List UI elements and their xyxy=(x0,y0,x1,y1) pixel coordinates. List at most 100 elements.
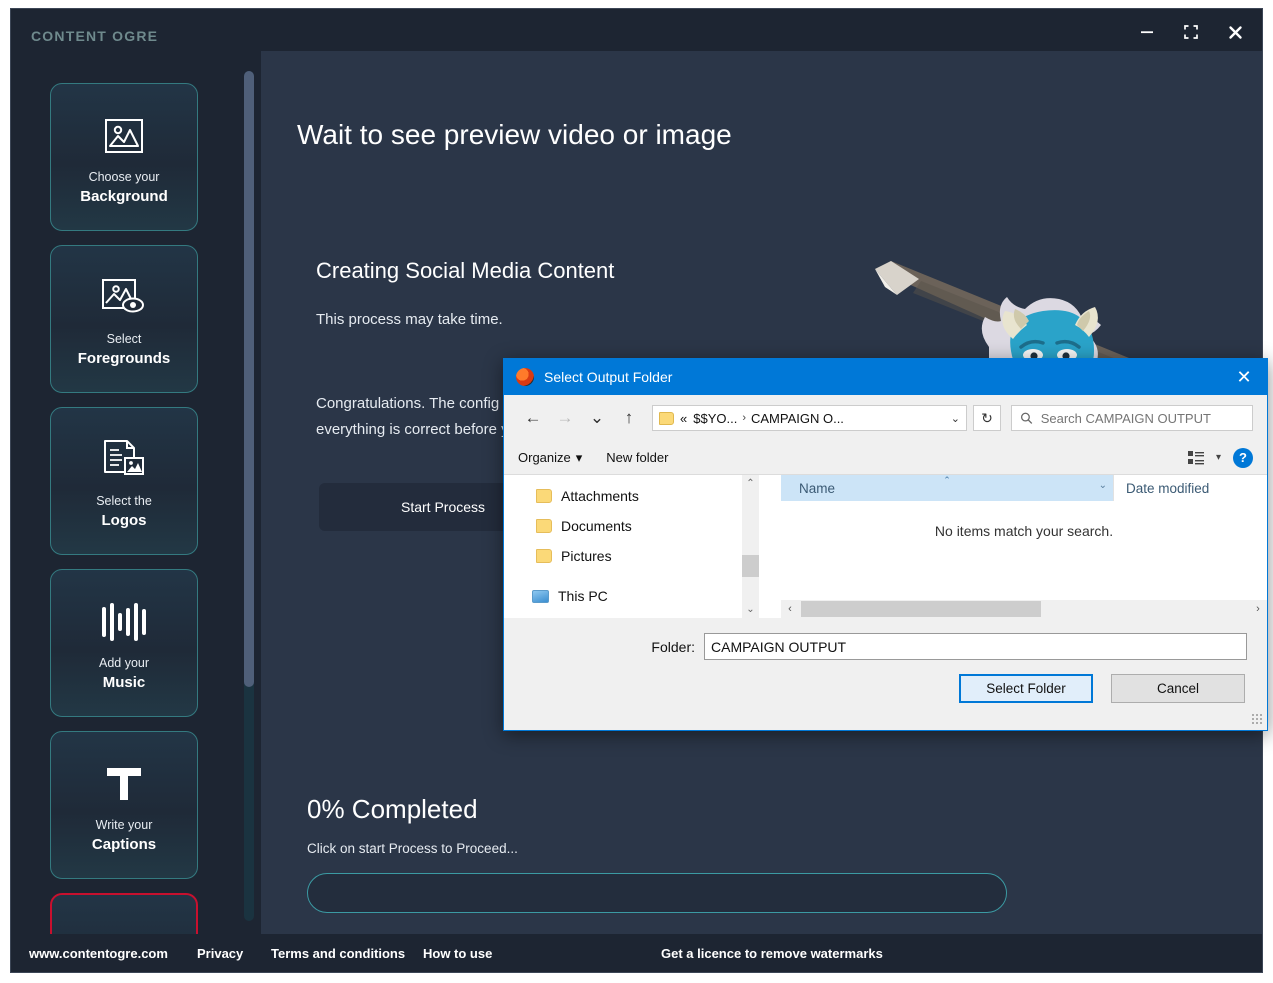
footer-link-website[interactable]: www.contentogre.com xyxy=(29,946,168,961)
close-icon[interactable] xyxy=(1222,19,1248,45)
document-image-icon xyxy=(100,433,148,487)
tree-vertical-scrollbar[interactable]: ⌃ ⌄ xyxy=(742,475,759,618)
dialog-toolbar: Organize ▾ New folder ▾ ? xyxy=(504,441,1267,475)
refresh-icon[interactable]: ↻ xyxy=(973,405,1001,431)
hscrollbar-thumb[interactable] xyxy=(801,601,1041,617)
text-t-icon xyxy=(102,757,146,811)
view-chevron-down-icon[interactable]: ▾ xyxy=(1216,452,1221,463)
image-eye-icon xyxy=(100,271,148,325)
back-icon[interactable]: ← xyxy=(518,403,548,433)
scroll-left-icon[interactable]: ‹ xyxy=(781,603,799,615)
sidebar: Choose your Background Select Foreground… xyxy=(11,51,261,936)
section-title: Creating Social Media Content xyxy=(316,258,615,283)
dialog-button-row: Select Folder Cancel xyxy=(959,674,1245,703)
preview-placeholder-title: Wait to see preview video or image xyxy=(297,119,732,150)
folder-field-label: Folder: xyxy=(651,638,695,655)
folder-name-input[interactable] xyxy=(704,633,1247,660)
tree-item-label: Documents xyxy=(561,518,632,534)
breadcrumb-separator: › xyxy=(742,412,746,424)
sidebar-item-label: Background xyxy=(80,188,168,205)
progress-hint-text: Click on start Process to Proceed... xyxy=(307,841,518,856)
tree-item-3d-objects[interactable]: 3D Objects xyxy=(504,611,781,618)
organize-menu-button[interactable]: Organize ▾ xyxy=(518,450,582,466)
forward-icon[interactable]: → xyxy=(550,403,580,433)
dialog-navigation-bar: ← → ⌄ ↑ « $$YO... › CAMPAIGN O... ⌄ ↻ xyxy=(504,395,1267,441)
app-logo-icon xyxy=(516,368,534,386)
sidebar-item-foregrounds[interactable]: Select Foregrounds xyxy=(50,245,198,393)
sidebar-item-video[interactable] xyxy=(50,893,198,936)
tree-scrollbar-thumb[interactable] xyxy=(742,555,759,577)
sidebar-scrollbar-thumb[interactable] xyxy=(244,71,254,687)
folder-icon xyxy=(536,549,552,563)
folder-icon xyxy=(536,519,552,533)
column-header-name[interactable]: ⌃ Name ⌄ xyxy=(781,475,1113,501)
select-output-folder-dialog: Select Output Folder ✕ ← → ⌄ ↑ « $$YO...… xyxy=(503,358,1268,731)
app-title: CONTENT OGRE xyxy=(31,28,159,44)
tree-item-this-pc[interactable]: This PC xyxy=(504,581,781,611)
sidebar-item-logos[interactable]: Select the Logos xyxy=(50,407,198,555)
search-box[interactable] xyxy=(1011,405,1253,431)
scroll-right-icon[interactable]: › xyxy=(1249,603,1267,615)
file-list-horizontal-scrollbar[interactable]: ‹ › xyxy=(781,600,1267,618)
new-folder-button[interactable]: New folder xyxy=(606,450,668,465)
minimize-icon[interactable] xyxy=(1134,19,1160,45)
folder-field-row: Folder: xyxy=(504,633,1267,660)
sidebar-item-label: Logos xyxy=(101,512,147,529)
empty-state-message: No items match your search. xyxy=(934,523,1114,539)
sidebar-item-sublabel: Add your xyxy=(98,656,150,670)
sort-ascending-icon: ⌃ xyxy=(943,475,951,485)
resize-grip-icon[interactable] xyxy=(1251,713,1263,725)
help-icon[interactable]: ? xyxy=(1233,447,1253,468)
tree-item-pictures[interactable]: Pictures xyxy=(504,541,781,571)
sidebar-item-background[interactable]: Choose your Background xyxy=(50,83,198,231)
progress-bar xyxy=(307,873,1007,913)
search-icon xyxy=(1020,412,1033,424)
column-header-name-label: Name xyxy=(799,480,836,496)
sidebar-item-captions[interactable]: Write your Captions xyxy=(50,731,198,879)
sidebar-item-music[interactable]: Add your Music xyxy=(50,569,198,717)
organize-label: Organize xyxy=(518,450,571,465)
waveform-icon xyxy=(99,595,149,649)
section-subtitle: This process may take time. xyxy=(316,311,503,328)
dialog-title: Select Output Folder xyxy=(544,369,673,385)
sidebar-card-list: Choose your Background Select Foreground… xyxy=(11,51,237,936)
sidebar-item-label: Music xyxy=(102,674,146,691)
footer-link-privacy[interactable]: Privacy xyxy=(197,946,243,961)
select-folder-button[interactable]: Select Folder xyxy=(959,674,1093,703)
file-list-column-headers: ⌃ Name ⌄ Date modified xyxy=(781,475,1267,501)
sidebar-item-label: Captions xyxy=(91,836,157,853)
maximize-icon[interactable] xyxy=(1178,19,1204,45)
dialog-footer: Folder: Select Folder Cancel xyxy=(504,618,1267,728)
tree-item-attachments[interactable]: Attachments xyxy=(504,481,781,511)
search-input[interactable] xyxy=(1040,410,1244,426)
cancel-button[interactable]: Cancel xyxy=(1111,674,1245,703)
progress-percent-label: 0% Completed xyxy=(307,794,478,824)
tree-item-label: This PC xyxy=(558,588,608,604)
scroll-down-icon[interactable]: ⌄ xyxy=(742,601,759,618)
sidebar-item-sublabel: Choose your xyxy=(88,170,160,184)
column-header-date-modified[interactable]: Date modified xyxy=(1113,475,1267,501)
tree-item-label: Pictures xyxy=(561,548,612,564)
window-titlebar: CONTENT OGRE xyxy=(11,9,1262,51)
sidebar-item-sublabel: Write your xyxy=(95,818,153,832)
up-one-level-icon[interactable]: ↑ xyxy=(614,403,644,433)
chevron-down-icon[interactable]: ⌄ xyxy=(1099,480,1107,491)
screen: CONTENT OGRE Choose your Background Sele… xyxy=(0,0,1273,983)
tree-item-label: Attachments xyxy=(561,488,639,504)
footer-link-licence[interactable]: Get a licence to remove watermarks xyxy=(661,946,883,961)
footer-link-terms[interactable]: Terms and conditions xyxy=(271,946,405,961)
dialog-close-icon[interactable]: ✕ xyxy=(1221,359,1267,395)
footer-link-how-to-use[interactable]: How to use xyxy=(423,946,492,961)
navigation-tree-pane: Attachments Documents Pictures This PC 3… xyxy=(504,475,781,618)
breadcrumb-overflow[interactable]: « xyxy=(680,411,687,426)
address-breadcrumb-bar[interactable]: « $$YO... › CAMPAIGN O... ⌄ xyxy=(652,405,967,431)
window-controls xyxy=(1134,19,1248,45)
change-view-icon[interactable] xyxy=(1187,450,1204,465)
recent-locations-icon[interactable]: ⌄ xyxy=(582,403,612,433)
tree-item-documents[interactable]: Documents xyxy=(504,511,781,541)
scroll-up-icon[interactable]: ⌃ xyxy=(742,475,759,492)
chevron-down-icon[interactable]: ⌄ xyxy=(951,412,960,425)
breadcrumb-segment-2[interactable]: CAMPAIGN O... xyxy=(751,411,844,426)
breadcrumb-segment-1[interactable]: $$YO... xyxy=(693,411,737,426)
file-list-pane: ⌃ Name ⌄ Date modified No items match yo… xyxy=(781,475,1267,618)
